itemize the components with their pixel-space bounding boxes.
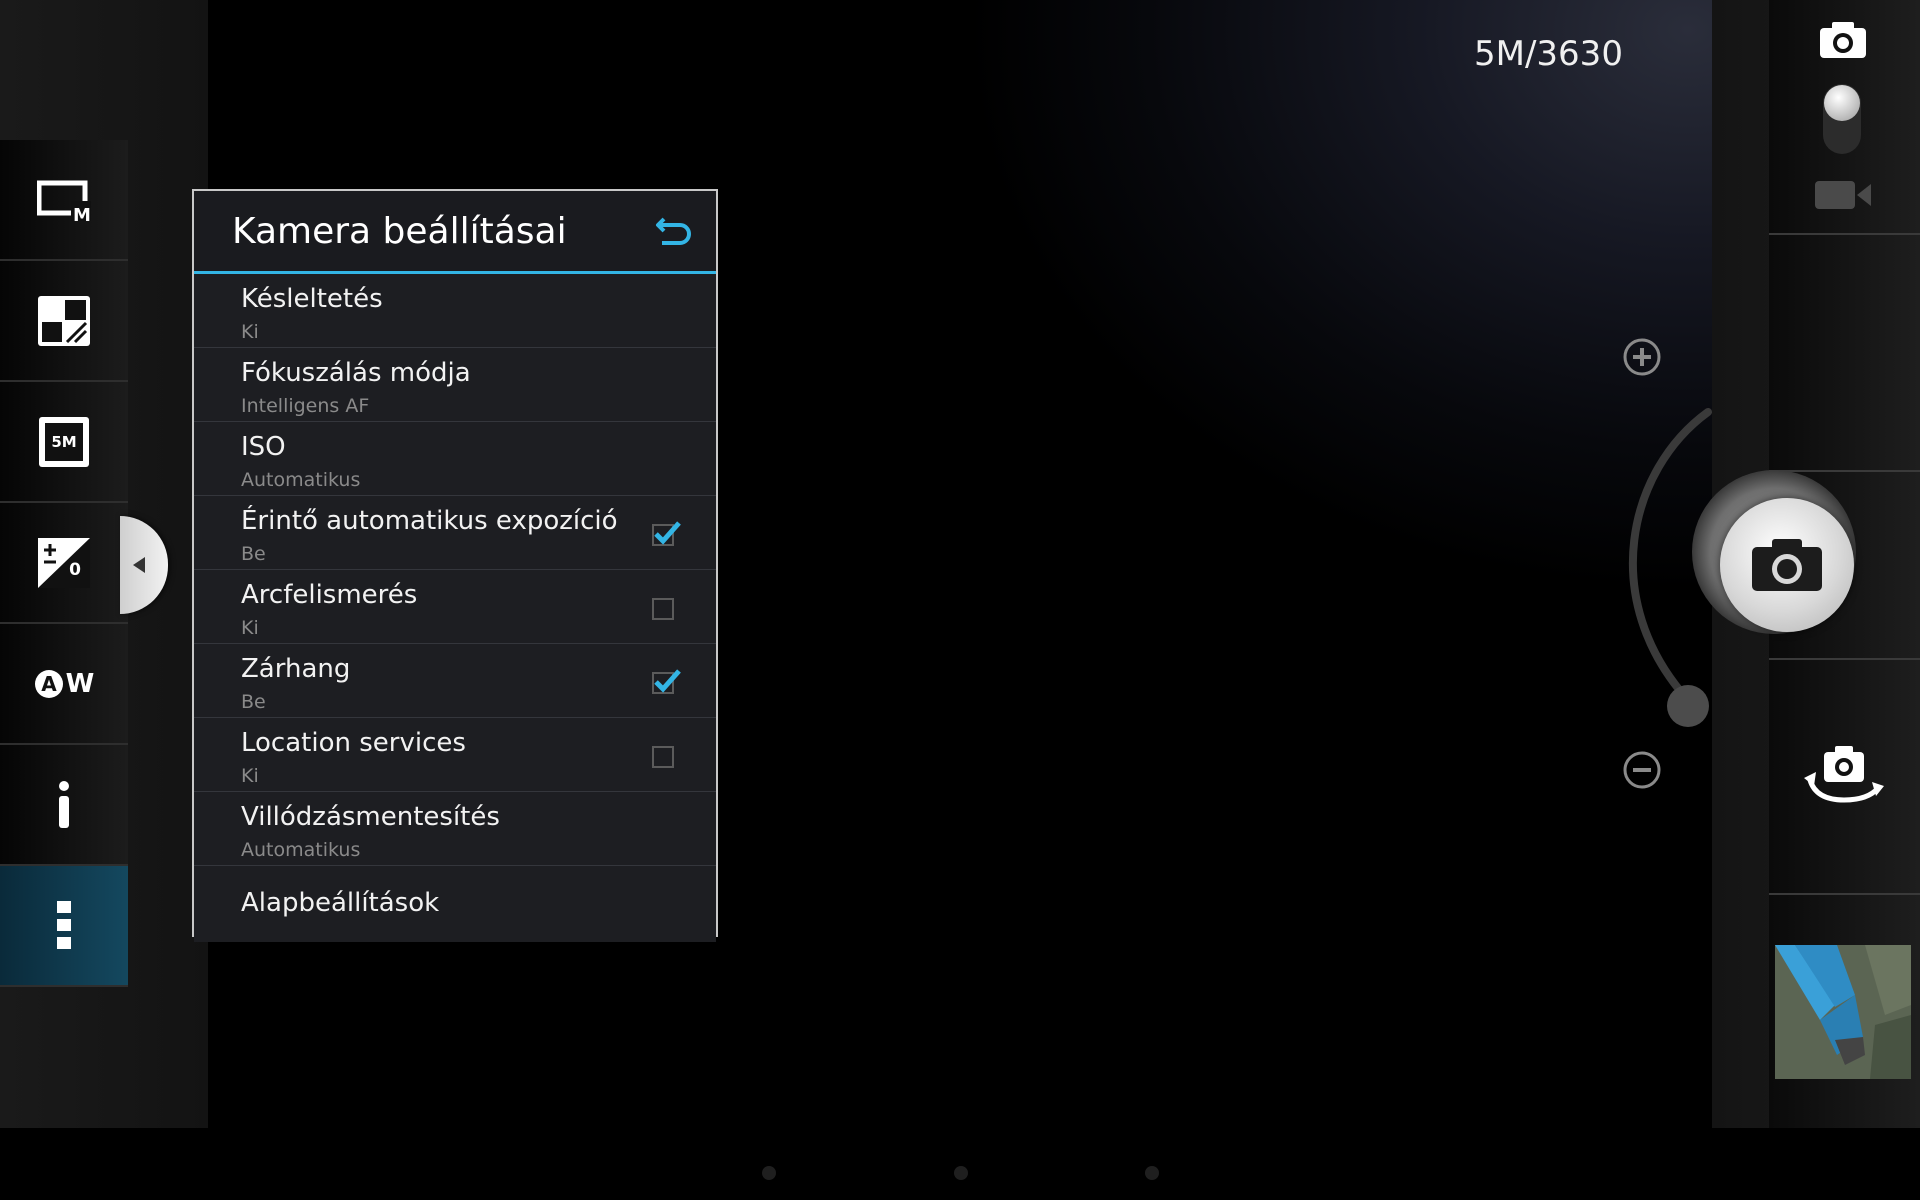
checkmark-icon xyxy=(654,669,681,693)
nav-recent-dot[interactable] xyxy=(1145,1166,1159,1180)
last-photo-thumbnail[interactable] xyxy=(1775,945,1911,1079)
setting-label: Villódzásmentesítés xyxy=(241,802,500,832)
camera-video-toggle[interactable] xyxy=(1823,84,1861,154)
zoom-slider-thumb[interactable] xyxy=(1667,685,1709,727)
exposure-value-text: 0 xyxy=(69,559,81,580)
zoom-in-icon[interactable] xyxy=(1622,337,1662,377)
divider xyxy=(1769,233,1920,235)
camera-settings-dialog: Kamera beállításai Késleltetés Ki Fókusz… xyxy=(192,189,718,942)
setting-value: Be xyxy=(241,691,266,713)
setting-row-shutter-sound[interactable]: Zárhang Be xyxy=(194,644,716,718)
setting-value: Intelligens AF xyxy=(241,395,370,417)
reset-defaults-label: Alapbeállítások xyxy=(241,888,440,918)
setting-row-touch-ae[interactable]: Érintő automatikus expozíció Be xyxy=(194,496,716,570)
setting-label: ISO xyxy=(241,432,286,462)
exposure-icon xyxy=(38,537,90,588)
setting-label: Érintő automatikus expozíció xyxy=(241,506,618,536)
shutter-sound-checkbox[interactable] xyxy=(652,669,681,694)
setting-label: Fókuszálás módja xyxy=(241,358,471,388)
setting-row-iso[interactable]: ISO Automatikus xyxy=(194,422,716,496)
photo-preview xyxy=(1775,945,1911,1079)
setting-row-focus-mode[interactable]: Fókuszálás módja Intelligens AF xyxy=(194,348,716,422)
toggle-knob xyxy=(1824,85,1860,121)
setting-label: Késleltetés xyxy=(241,284,383,314)
touch-ae-checkbox[interactable] xyxy=(652,521,681,546)
setting-value: Be xyxy=(241,543,266,565)
zoom-out-icon[interactable] xyxy=(1622,750,1662,790)
back-icon[interactable] xyxy=(654,211,694,251)
dialog-header: Kamera beállításai xyxy=(194,191,716,274)
arrow-left-icon xyxy=(133,557,145,573)
nav-home-dot[interactable] xyxy=(954,1166,968,1180)
scene-mode-button[interactable] xyxy=(0,261,128,382)
shooting-mode-button[interactable]: M xyxy=(0,140,128,261)
system-nav-bar xyxy=(0,1128,1920,1200)
switch-camera-icon[interactable] xyxy=(1802,742,1886,808)
nav-back-dot[interactable] xyxy=(762,1166,776,1180)
setting-label: Arcfelismerés xyxy=(241,580,418,610)
picture-size-button[interactable]: 5M xyxy=(0,382,128,503)
more-settings-button[interactable] xyxy=(0,866,128,987)
scene-icon xyxy=(38,295,90,346)
setting-row-timer[interactable]: Késleltetés Ki xyxy=(194,274,716,348)
face-detection-checkbox[interactable] xyxy=(652,598,674,620)
camera-icon xyxy=(1752,539,1822,591)
shutter-button[interactable] xyxy=(1720,498,1854,632)
setting-value: Ki xyxy=(241,765,259,787)
more-vert-icon xyxy=(57,900,71,949)
setting-value: Automatikus xyxy=(241,839,361,861)
exposure-button[interactable]: 0 xyxy=(0,503,128,624)
picture-size-text: 5M xyxy=(51,432,77,451)
awb-icon: A xyxy=(34,669,63,698)
video-mode-icon[interactable] xyxy=(1815,178,1871,212)
camera-mode-icon[interactable] xyxy=(1818,20,1868,60)
setting-value: Ki xyxy=(241,617,259,639)
divider xyxy=(1769,893,1920,895)
left-shortcut-panel: M 5M 0 A W xyxy=(0,140,128,987)
setting-value: Automatikus xyxy=(241,469,361,491)
location-checkbox[interactable] xyxy=(652,746,674,768)
screen-m-icon: M xyxy=(37,180,91,225)
setting-value: Ki xyxy=(241,321,259,343)
setting-row-face-detection[interactable]: Arcfelismerés Ki xyxy=(194,570,716,644)
setting-label: Location services xyxy=(241,728,466,758)
setting-row-anti-flicker[interactable]: Villódzásmentesítés Automatikus xyxy=(194,792,716,866)
setting-label: Zárhang xyxy=(241,654,351,684)
divider xyxy=(1769,658,1920,660)
checkmark-icon xyxy=(654,521,681,545)
svg-text:M: M xyxy=(73,205,91,225)
info-button[interactable] xyxy=(0,745,128,866)
dialog-title: Kamera beállításai xyxy=(232,211,567,252)
white-balance-text: W xyxy=(65,668,95,699)
setting-row-location[interactable]: Location services Ki xyxy=(194,718,716,792)
reset-defaults-row[interactable]: Alapbeállítások xyxy=(194,866,716,942)
resolution-remaining: 5M/3630 xyxy=(1474,34,1623,74)
white-balance-button[interactable]: A W xyxy=(0,624,128,745)
svg-text:A: A xyxy=(41,672,57,696)
info-icon xyxy=(59,780,69,828)
